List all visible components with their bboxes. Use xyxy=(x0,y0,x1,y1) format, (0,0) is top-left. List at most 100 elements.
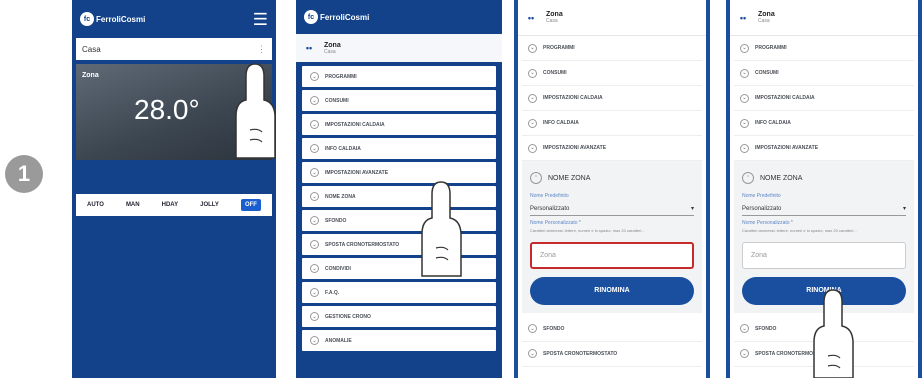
chevron-down-icon: ⌄ xyxy=(528,93,537,103)
custom-name-input[interactable]: Zona xyxy=(742,241,906,269)
menu-item-label: IMPOSTAZIONI AVANZATE xyxy=(543,145,607,151)
hamburger-menu-icon[interactable]: ☰ xyxy=(253,11,268,28)
panel-title: NOME ZONA xyxy=(760,174,803,182)
menu-item-label: SPOSTA CRONOTERMOSTATO xyxy=(325,241,400,248)
mode-off[interactable]: OFF xyxy=(240,199,261,211)
brand-logo: fc FerroliCosmi xyxy=(304,10,369,24)
custom-name-input[interactable]: Zona xyxy=(530,241,694,269)
menu-item-info-caldaia[interactable]: ⌄ INFO CALDAIA xyxy=(302,138,496,159)
chevron-down-icon: ⌄ xyxy=(310,336,319,345)
panel-header[interactable]: ⌃ NOME ZONA xyxy=(530,167,694,189)
chevron-down-icon: ⌄ xyxy=(310,288,319,297)
zone-header: •• Zona Casa xyxy=(518,0,706,36)
menu-item-programmi[interactable]: ⌄ PROGRAMMI xyxy=(734,36,914,61)
rename-panel: ⌃ NOME ZONA Nome Predefinito Personalizza… xyxy=(522,161,702,313)
menu-item-consumi[interactable]: ⌄ CONSUMI xyxy=(734,61,914,86)
menu-item-info-caldaia[interactable]: ⌄ INFO CALDAIA xyxy=(734,111,914,136)
chevron-down-icon: ⌄ xyxy=(528,324,537,334)
input-value: Zona xyxy=(751,251,767,259)
custom-name-hint: Caratteri ammessi: lettere, numeri e lo … xyxy=(742,228,857,233)
menu-item-sposta-cronotermostato[interactable]: ⌄ SPOSTA CRONOTERMOSTATO xyxy=(302,234,496,255)
chevron-down-icon: ⌄ xyxy=(310,120,319,129)
mode-bar: AUTO MAN HDAY JOLLY OFF xyxy=(76,194,272,216)
kebab-icon[interactable]: ⋮ xyxy=(257,44,266,55)
menu-item-label: SFONDO xyxy=(543,325,565,332)
menu-item-programmi[interactable]: ⌄ PROGRAMMI xyxy=(302,66,496,87)
menu-item-impostazioni-avanzate[interactable]: ⌄ IMPOSTAZIONI AVANZATE xyxy=(734,136,914,161)
menu-item-faq[interactable]: ⌄ F.A.Q. xyxy=(302,282,496,303)
chevron-down-icon: ⌄ xyxy=(310,312,319,321)
menu-item-consumi[interactable]: ⌄ CONSUMI xyxy=(302,90,496,111)
chevron-down-icon: ⌄ xyxy=(740,93,749,103)
menu-item-sfondo[interactable]: ⌄ SFONDO xyxy=(302,210,496,231)
menu-item-impostazioni-avanzate[interactable]: ⌄ IMPOSTAZIONI AVANZATE xyxy=(522,136,702,161)
chevron-down-icon: ⌄ xyxy=(528,118,537,128)
location-selector[interactable]: Casa ⋮ xyxy=(76,38,272,60)
menu-item-label: INFO CALDAIA xyxy=(755,120,791,126)
menu-item-impostazioni-caldaia[interactable]: ⌄ IMPOSTAZIONI CALDAIA xyxy=(302,114,496,135)
menu-item-anomalie[interactable]: ⌄ ANOMALIE xyxy=(302,330,496,351)
menu-item-programmi[interactable]: ⌄ PROGRAMMI xyxy=(522,36,702,61)
menu-item-label: CONDIVIDI xyxy=(325,265,351,272)
custom-name-hint: Caratteri ammessi: lettere, numeri e lo … xyxy=(530,228,645,233)
chevron-down-icon: ⌄ xyxy=(528,349,537,359)
panel-header[interactable]: ⌃ NOME ZONA xyxy=(742,167,906,189)
menu-item-nome-zona[interactable]: ⌄ NOME ZONA xyxy=(302,186,496,207)
predefined-name-label: Nome Predefinito xyxy=(742,193,781,199)
mode-jolly[interactable]: JOLLY xyxy=(200,202,219,208)
menu-item-label: CONSUMI xyxy=(755,70,779,76)
chevron-down-icon: ⌄ xyxy=(310,96,319,105)
menu-item-label: PROGRAMMI xyxy=(325,73,357,80)
chevron-down-icon: ⌄ xyxy=(740,118,749,128)
chevron-down-icon: ⌄ xyxy=(740,143,749,153)
menu-item-info-caldaia[interactable]: ⌄ INFO CALDAIA xyxy=(522,111,702,136)
zone-icon: •• xyxy=(305,43,313,53)
custom-name-label: Nome Personalizzato * xyxy=(530,220,581,226)
predefined-name-select[interactable]: Personalizzato ▾ xyxy=(530,202,694,216)
menu-item-label: IMPOSTAZIONI AVANZATE xyxy=(325,169,389,176)
zone-subtitle: Casa xyxy=(324,48,336,55)
mode-auto[interactable]: AUTO xyxy=(87,202,104,208)
chevron-down-icon: ⌄ xyxy=(310,72,319,81)
mode-man[interactable]: MAN xyxy=(126,202,140,208)
app-header: fc FerroliCosmi xyxy=(296,0,502,34)
chevron-down-icon: ⌄ xyxy=(310,240,319,249)
phone-screen-zone-menu: fc FerroliCosmi •• Zona Casa ⌄ PROGRAMMI … xyxy=(296,0,502,378)
zone-title: Zona xyxy=(546,11,563,18)
chevron-down-icon: ⌄ xyxy=(528,68,537,78)
menu-item-consumi[interactable]: ⌄ CONSUMI xyxy=(522,61,702,86)
zone-icon: •• xyxy=(527,12,535,23)
mode-hday[interactable]: HDAY xyxy=(162,202,178,208)
chevron-down-icon: ⌄ xyxy=(740,349,749,359)
menu-item-impostazioni-avanzate[interactable]: ⌄ IMPOSTAZIONI AVANZATE xyxy=(302,162,496,183)
panel-title: NOME ZONA xyxy=(548,174,591,182)
menu-item-impostazioni-caldaia[interactable]: ⌄ IMPOSTAZIONI CALDAIA xyxy=(522,86,702,111)
zone-subtitle: Casa xyxy=(758,18,770,24)
phone-screen-rename-highlight: •• Zona Casa ⌄ PROGRAMMI ⌄ CONSUMI ⌄ IMPOST… xyxy=(514,0,710,378)
menu-item-label: F.A.Q. xyxy=(325,289,340,296)
menu-item-label: SFONDO xyxy=(325,217,347,224)
menu-item-gestione-crono[interactable]: ⌄ GESTIONE CRONO xyxy=(302,306,496,327)
zone-subtitle: Casa xyxy=(546,18,558,24)
menu-item-condividi[interactable]: ⌄ CONDIVIDI xyxy=(302,258,496,279)
custom-name-label: Nome Personalizzato * xyxy=(742,220,793,226)
chevron-down-icon: ⌄ xyxy=(740,43,749,53)
menu-item-sfondo[interactable]: ⌄ SFONDO xyxy=(522,317,702,342)
temperature-readout: 28.0° xyxy=(134,94,200,125)
menu-item-label: PROGRAMMI xyxy=(543,45,575,51)
menu-item-label: IMPOSTAZIONI CALDAIA xyxy=(755,95,815,101)
predefined-name-select[interactable]: Personalizzato ▾ xyxy=(742,202,906,216)
input-value: Zona xyxy=(540,251,556,259)
rename-button[interactable]: RINOMINA xyxy=(530,276,694,305)
chevron-down-icon: ⌄ xyxy=(310,192,319,201)
menu-item-label: IMPOSTAZIONI CALDAIA xyxy=(543,95,603,101)
menu-item-impostazioni-caldaia[interactable]: ⌄ IMPOSTAZIONI CALDAIA xyxy=(734,86,914,111)
chevron-down-icon: ⌄ xyxy=(528,43,537,53)
menu-item-sposta-cronotermostato[interactable]: ⌄ SPOSTA CRONOTERMOSTATO xyxy=(522,342,702,367)
caret-down-icon: ▾ xyxy=(690,206,694,212)
menu-item-label: SFONDO xyxy=(755,325,777,332)
zone-label: Zona xyxy=(82,72,99,79)
app-header: fc FerroliCosmi ☰ xyxy=(72,0,276,38)
chevron-down-icon: ⌄ xyxy=(310,168,319,177)
select-value: Personalizzato xyxy=(742,205,782,212)
